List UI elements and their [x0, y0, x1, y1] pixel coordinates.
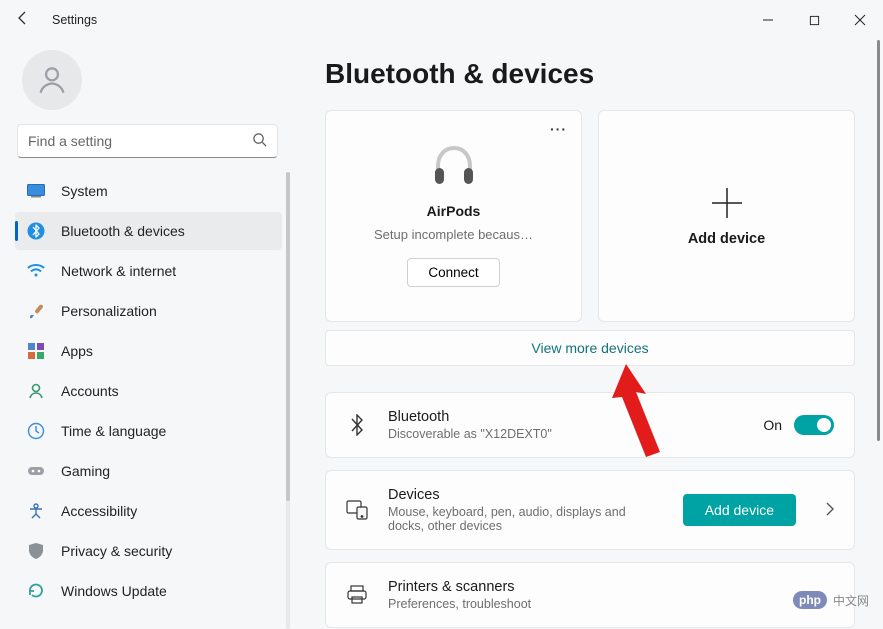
card-more-button[interactable]: ··· — [550, 121, 567, 137]
gaming-icon — [27, 462, 45, 480]
page-title: Bluetooth & devices — [325, 58, 869, 90]
system-icon — [27, 182, 45, 200]
printers-row[interactable]: Printers & scanners Preferences, trouble… — [325, 562, 855, 628]
sidebar-item-label: Privacy & security — [61, 543, 172, 559]
add-device-label: Add device — [688, 231, 765, 247]
sidebar-item-personalization[interactable]: Personalization — [15, 292, 282, 330]
bluetooth-title: Bluetooth — [388, 409, 743, 425]
devices-title: Devices — [388, 487, 663, 503]
add-device-card[interactable]: Add device — [598, 110, 855, 322]
search-icon — [252, 132, 267, 150]
sidebar-item-label: Personalization — [61, 303, 157, 319]
device-card-airpods[interactable]: ··· AirPods Setup incomplete becaus… Con… — [325, 110, 582, 322]
bluetooth-state-label: On — [763, 417, 782, 433]
plus-icon — [710, 186, 744, 223]
avatar[interactable] — [22, 50, 82, 110]
content-scroll-thumb[interactable] — [877, 40, 880, 441]
headphones-icon — [429, 140, 479, 193]
back-button[interactable] — [12, 10, 34, 31]
sidebar-item-accounts[interactable]: Accounts — [15, 372, 282, 410]
close-button[interactable] — [837, 0, 883, 40]
window-title: Settings — [52, 13, 97, 27]
nav-scroll: System Bluetooth & devices Network & int… — [0, 172, 295, 629]
minimize-button[interactable] — [745, 0, 791, 40]
sidebar-item-apps[interactable]: Apps — [15, 332, 282, 370]
person-icon — [35, 63, 69, 97]
window-controls — [745, 0, 883, 40]
update-icon — [27, 582, 45, 600]
titlebar-left: Settings — [12, 10, 97, 31]
sidebar-item-label: Apps — [61, 343, 93, 359]
nav-scroll-thumb[interactable] — [286, 172, 290, 501]
connect-button[interactable]: Connect — [407, 258, 499, 287]
bluetooth-symbol-icon — [346, 414, 368, 436]
search-input-wrap[interactable] — [17, 124, 278, 158]
content-scroll: ··· AirPods Setup incomplete becaus… Con… — [325, 110, 869, 629]
device-card-name: AirPods — [427, 203, 481, 219]
bluetooth-row: Bluetooth Discoverable as "X12DEXT0" On — [325, 392, 855, 458]
content-scrollbar[interactable] — [875, 40, 881, 629]
accessibility-icon — [27, 502, 45, 520]
nav-list: System Bluetooth & devices Network & int… — [15, 172, 282, 629]
app-body: System Bluetooth & devices Network & int… — [0, 40, 883, 629]
bluetooth-subtitle: Discoverable as "X12DEXT0" — [388, 427, 743, 441]
devices-row[interactable]: Devices Mouse, keyboard, pen, audio, dis… — [325, 470, 855, 550]
apps-icon — [27, 342, 45, 360]
sidebar-item-time-language[interactable]: Time & language — [15, 412, 282, 450]
sidebar-item-label: Network & internet — [61, 263, 176, 279]
device-card-status: Setup incomplete becaus… — [374, 227, 533, 242]
view-more-devices-link[interactable]: View more devices — [325, 330, 855, 366]
sidebar-item-label: Time & language — [61, 423, 166, 439]
sidebar-item-label: Accounts — [61, 383, 119, 399]
shield-icon — [27, 542, 45, 560]
sidebar: System Bluetooth & devices Network & int… — [0, 40, 295, 629]
add-device-button[interactable]: Add device — [683, 494, 796, 526]
bluetooth-icon — [27, 222, 45, 240]
devices-subtitle: Mouse, keyboard, pen, audio, displays an… — [388, 505, 663, 533]
sidebar-item-bluetooth-devices[interactable]: Bluetooth & devices — [15, 212, 282, 250]
sidebar-item-label: Bluetooth & devices — [61, 223, 185, 239]
wifi-icon — [27, 262, 45, 280]
arrow-left-icon — [15, 10, 31, 26]
nav-scrollbar[interactable] — [284, 172, 292, 629]
paintbrush-icon — [27, 302, 45, 320]
chevron-right-icon — [826, 502, 834, 519]
printers-subtitle: Preferences, troubleshoot — [388, 597, 834, 611]
sidebar-item-gaming[interactable]: Gaming — [15, 452, 282, 490]
sidebar-item-windows-update[interactable]: Windows Update — [15, 572, 282, 610]
accounts-icon — [27, 382, 45, 400]
sidebar-item-accessibility[interactable]: Accessibility — [15, 492, 282, 530]
bluetooth-toggle[interactable] — [794, 415, 834, 435]
sidebar-item-privacy-security[interactable]: Privacy & security — [15, 532, 282, 570]
sidebar-item-label: Accessibility — [61, 503, 137, 519]
printers-title: Printers & scanners — [388, 579, 834, 595]
titlebar: Settings — [0, 0, 883, 40]
devices-icon — [346, 499, 368, 521]
search-input[interactable] — [28, 133, 244, 149]
user-row — [0, 50, 295, 124]
sidebar-item-label: Windows Update — [61, 583, 167, 599]
printer-icon — [346, 584, 368, 606]
content: Bluetooth & devices ··· AirPods Setup in… — [295, 40, 883, 629]
device-cards-row: ··· AirPods Setup incomplete becaus… Con… — [325, 110, 855, 322]
maximize-button[interactable] — [791, 0, 837, 40]
sidebar-item-network[interactable]: Network & internet — [15, 252, 282, 290]
sidebar-item-label: System — [61, 183, 108, 199]
sidebar-item-label: Gaming — [61, 463, 110, 479]
sidebar-item-system[interactable]: System — [15, 172, 282, 210]
clock-globe-icon — [27, 422, 45, 440]
